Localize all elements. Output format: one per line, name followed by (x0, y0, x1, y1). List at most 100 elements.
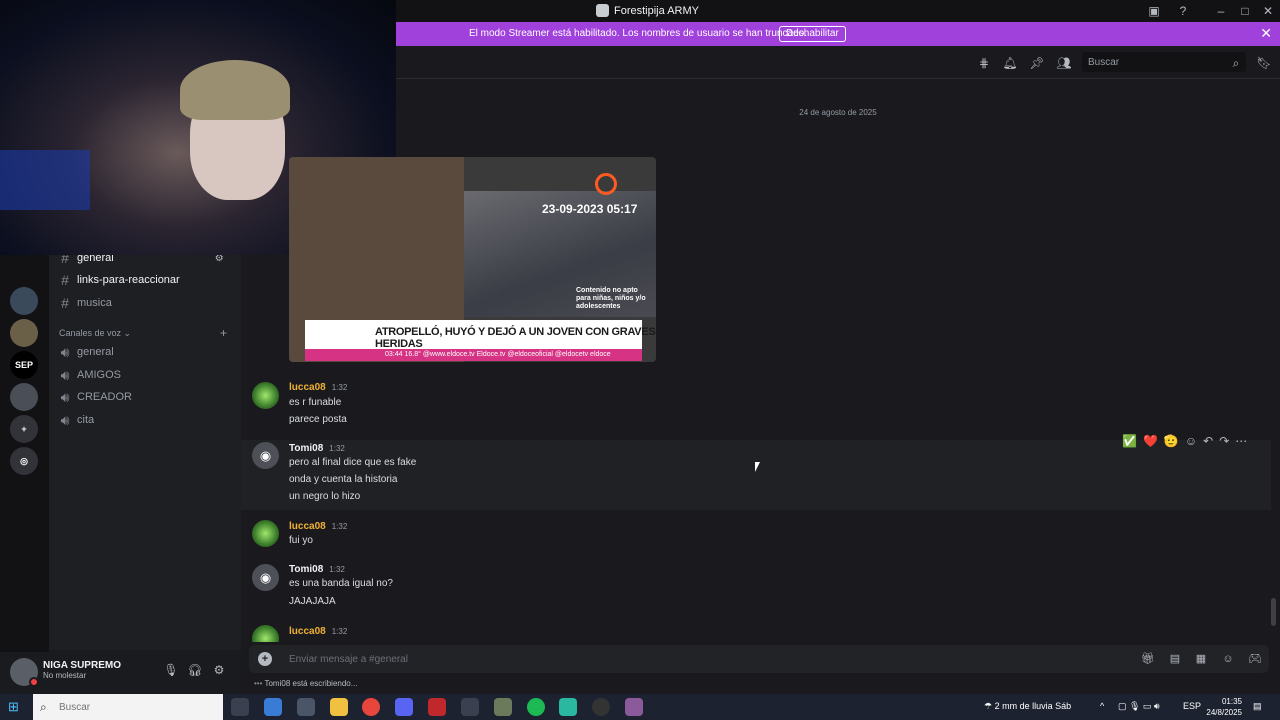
server-icon[interactable] (10, 319, 38, 347)
voice-channel-creador[interactable]: 🔊︎ CREADOR (59, 387, 132, 407)
message-input[interactable] (289, 651, 1089, 667)
app-icon[interactable] (625, 698, 643, 716)
message-time: 1:32 (331, 383, 348, 392)
typing-indicator: ••• Tomi08 está escribiendo... (254, 679, 357, 688)
app-icon[interactable] (297, 698, 315, 716)
message-author[interactable]: Tomi08 1:32 (289, 443, 345, 454)
add-reaction-icon[interactable]: ☺ (1185, 434, 1197, 448)
channel-item-links[interactable]: # links-para-reaccionar (59, 270, 180, 290)
webcam-background (0, 150, 90, 210)
forward-icon[interactable]: ↷ (1219, 434, 1229, 448)
user-panel: NIGA SUPREMO No molestar 🎙︎ 🎧︎ ⚙ (0, 652, 241, 694)
media-player-icon[interactable] (592, 698, 610, 716)
spotify-icon[interactable] (527, 698, 545, 716)
mouse-cursor (755, 462, 760, 472)
tray-chevron-icon[interactable]: ^ (1100, 701, 1104, 711)
author-name: lucca08 (289, 521, 326, 532)
headphones-icon[interactable]: 🎧︎ (187, 663, 203, 679)
author-name: Tomi08 (289, 443, 324, 454)
search-input[interactable] (1082, 52, 1246, 72)
members-icon[interactable]: 👥︎ (1056, 55, 1072, 71)
server-icon[interactable] (10, 383, 38, 411)
message-author[interactable]: lucca08 1:32 (289, 626, 347, 637)
reply-icon[interactable]: ↶ (1203, 434, 1213, 448)
close-banner-icon[interactable]: ✕ (1260, 25, 1272, 42)
inbox-icon[interactable]: 🔖︎ (1256, 55, 1272, 71)
discord-avatar-icon[interactable]: ◉ (252, 564, 279, 591)
pip-icon[interactable]: ▣ (1146, 3, 1162, 19)
explore-icon[interactable]: ◎ (10, 447, 38, 475)
voice-channel-general[interactable]: 🔊︎ general (59, 342, 114, 362)
add-channel-icon[interactable]: + (220, 326, 227, 340)
gif-icon[interactable]: ▤ (1168, 652, 1182, 666)
check-reaction-icon[interactable]: ✅ (1122, 434, 1137, 448)
task-view-icon[interactable] (231, 698, 249, 716)
message-time: 1:32 (331, 522, 348, 531)
disable-streamer-button[interactable]: Deshabilitar (779, 26, 846, 42)
channel-label: CREADOR (77, 391, 133, 403)
channel-item-musica[interactable]: # musica (59, 293, 112, 313)
message-composer: + 🎁︎ ▤ ▦ ☺ 🎮︎ (249, 645, 1269, 673)
file-explorer-icon[interactable] (330, 698, 348, 716)
heart-reaction-icon[interactable]: ❤️ (1143, 434, 1158, 448)
chrome-icon[interactable] (362, 698, 380, 716)
capcut-icon[interactable] (461, 698, 479, 716)
copilot-icon[interactable] (264, 698, 282, 716)
avatar[interactable] (252, 625, 279, 642)
gift-icon[interactable]: 🎁︎ (1141, 652, 1155, 666)
app-icon[interactable] (494, 698, 512, 716)
message-text: onda y cuenta la historia (289, 474, 398, 485)
streamer-message: El modo Streamer está habilitado. Los no… (469, 28, 807, 39)
add-server-icon[interactable]: + (10, 415, 38, 443)
embed-footer: 03:44 16.8° @www.eldoce.tv Eldoce.tv @el… (305, 349, 642, 361)
discord-icon[interactable] (395, 698, 413, 716)
threads-icon[interactable]: ⋕ (976, 55, 992, 71)
taskbar-search-input[interactable] (33, 694, 223, 720)
voice-category-header[interactable]: Canales de voz ⌄ (59, 328, 131, 339)
message-time: 1:32 (329, 444, 345, 453)
server-icon[interactable]: SEP (10, 351, 38, 379)
settings-icon[interactable]: ⚙ (211, 663, 227, 679)
message-hover-toolbar: ✅ ❤️ 🫡 ☺ ↶ ↷ ⋯ (1122, 433, 1262, 449)
channel-label: links-para-reaccionar (77, 274, 180, 286)
close-icon[interactable]: ✕ (1260, 3, 1276, 19)
pin-icon[interactable]: 📌︎ (1029, 55, 1045, 71)
dnd-status-icon (29, 677, 39, 687)
window-title-text: Forestipija ARMY (614, 4, 699, 17)
bell-icon[interactable]: 🔔︎ (1002, 55, 1018, 71)
activities-icon[interactable]: 🎮︎ (1248, 652, 1262, 666)
app-icon[interactable] (559, 698, 577, 716)
more-icon[interactable]: ⋯ (1235, 434, 1247, 448)
minimize-icon[interactable]: – (1213, 3, 1229, 19)
taskbar-clock[interactable]: 01:35 24/8/2025 (1198, 696, 1242, 718)
search-icon: ⌕ (1232, 56, 1240, 70)
windows-start-icon[interactable]: ⊞ (8, 700, 22, 714)
voice-channel-amigos[interactable]: 🔊︎ AMIGOS (59, 365, 121, 385)
message-scrollbar[interactable] (1271, 598, 1276, 626)
weather-widget[interactable]: ☂ 2 mm de lluvia Sáb (984, 701, 1071, 712)
tray-icons[interactable]: ▢ 🎙︎ ▭ 🔊︎ (1118, 701, 1160, 712)
notifications-icon[interactable]: ▤ (1253, 701, 1262, 712)
avatar[interactable] (252, 520, 279, 547)
video-embed[interactable]: 23-09-2023 05:17 Contenido no apto para … (289, 157, 656, 362)
discord-avatar-icon[interactable]: ◉ (252, 442, 279, 469)
sticker-icon[interactable]: ▦ (1194, 652, 1208, 666)
webcam-person-hat (180, 60, 290, 120)
message-author[interactable]: lucca08 1:32 (289, 382, 347, 393)
app-icon[interactable] (428, 698, 446, 716)
message-author[interactable]: Tomi08 1:32 (289, 564, 345, 575)
message-author[interactable]: lucca08 1:32 (289, 521, 347, 532)
attach-plus-icon[interactable]: + (258, 652, 272, 666)
server-rail: SEP + ◎ (0, 255, 49, 655)
emoji-icon[interactable]: ☺ (1221, 652, 1235, 666)
avatar[interactable] (252, 382, 279, 409)
embed-timestamp: 23-09-2023 05:17 (542, 202, 638, 216)
voice-channel-cita[interactable]: 🔊︎ cita (59, 410, 95, 430)
message-time: 1:32 (329, 565, 345, 574)
help-icon[interactable]: ? (1175, 3, 1191, 19)
embed-headline: ATROPELLÓ, HUYÓ Y DEJÓ A UN JOVEN CON GR… (375, 326, 656, 350)
microphone-icon[interactable]: 🎙︎ (163, 663, 179, 679)
server-icon[interactable] (10, 287, 38, 315)
salute-reaction-icon[interactable]: 🫡 (1164, 434, 1179, 448)
maximize-icon[interactable]: □ (1237, 3, 1253, 19)
